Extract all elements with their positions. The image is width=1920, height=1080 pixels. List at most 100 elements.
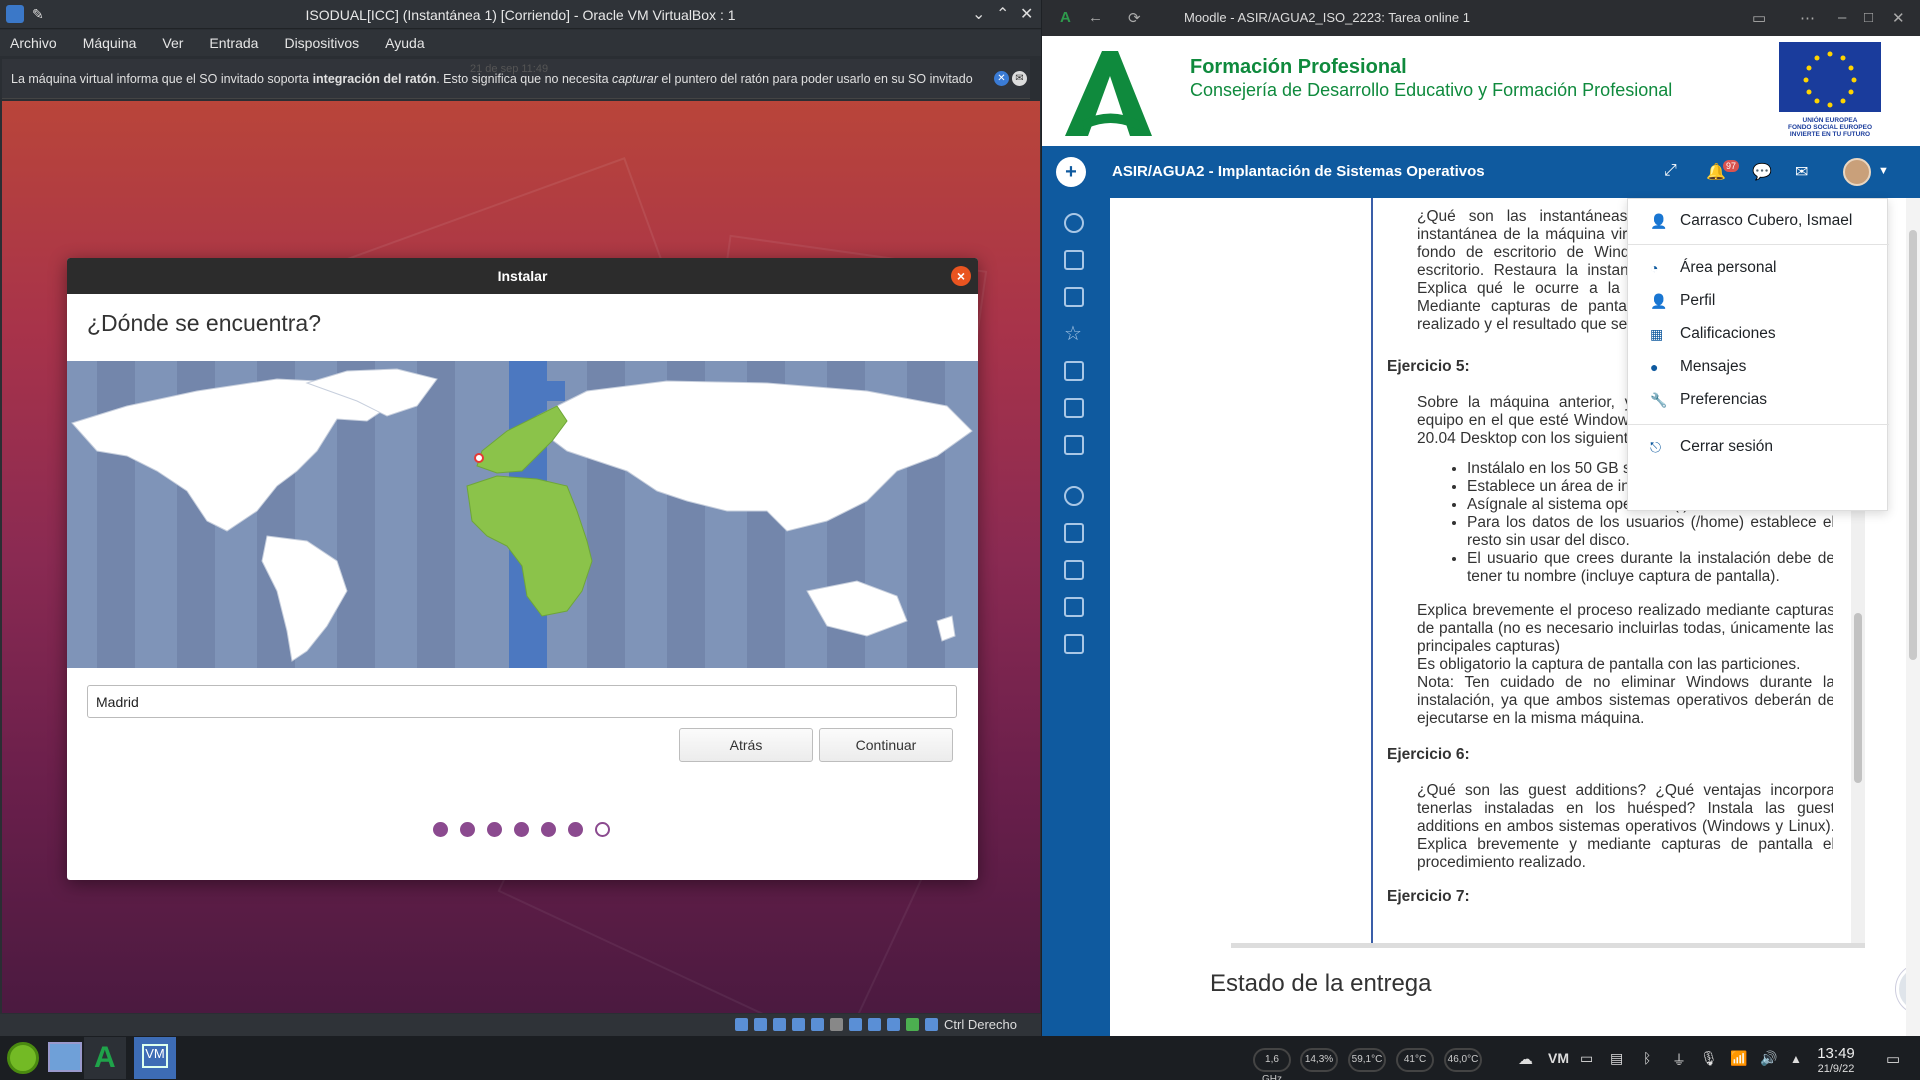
close-icon[interactable]: ✕ <box>1020 4 1033 24</box>
menu-entrada[interactable]: Entrada <box>209 35 258 51</box>
menu-item-area-personal[interactable]: ◔ Área personal <box>1628 254 1889 282</box>
clock-icon[interactable] <box>1064 213 1084 233</box>
bluetooth-icon[interactable]: ᛒ <box>1643 1050 1651 1066</box>
wrench-icon: 🔧 <box>1650 392 1668 408</box>
clock-time[interactable]: 13:49 <box>1806 1045 1866 1062</box>
caret-down-icon[interactable]: ▼ <box>1878 165 1889 177</box>
menu-archivo[interactable]: Archivo <box>10 35 57 51</box>
reader-mode-icon[interactable]: ▭ <box>1752 9 1766 27</box>
city-input[interactable]: Madrid <box>87 685 957 718</box>
folder-icon[interactable] <box>1064 398 1084 418</box>
usb-icon[interactable] <box>811 1018 824 1031</box>
vbox-window-title: ISODUAL[ICC] (Instantánea 1) [Corriendo]… <box>305 7 736 23</box>
menu-divider <box>1628 244 1889 245</box>
home-icon[interactable] <box>1064 523 1084 543</box>
terminal-icon[interactable]: ▭ <box>1580 1050 1593 1067</box>
scrollbar-thumb[interactable] <box>1909 230 1917 660</box>
menu-item-perfil[interactable]: 👤 Perfil <box>1628 287 1889 315</box>
cpu-temperature[interactable]: 59,1°C <box>1348 1048 1386 1072</box>
cloud-icon[interactable]: ☁ <box>1518 1050 1533 1068</box>
location-question: ¿Dónde se encuentra? <box>87 310 321 336</box>
page-scrollbar[interactable] <box>1906 198 1920 1036</box>
menu-item-logout[interactable]: ⎋ Cerrar sesión <box>1628 433 1889 461</box>
recording-icon[interactable] <box>868 1018 881 1031</box>
eu-text-1: UNIÓN EUROPEA <box>1803 115 1858 124</box>
disk-temperature[interactable]: 46,0°C <box>1444 1048 1482 1072</box>
vm-tray-icon[interactable]: VM <box>1548 1050 1569 1066</box>
wifi-icon[interactable]: 📶 <box>1730 1050 1747 1067</box>
avatar[interactable] <box>1843 158 1871 186</box>
menu-item-calificaciones[interactable]: ▦ Calificaciones <box>1628 320 1889 348</box>
exercise-6-text: ¿Qué son las guest additions? ¿Qué venta… <box>1417 782 1833 871</box>
tray-expand-icon[interactable]: ▲ <box>1790 1052 1802 1066</box>
continue-button[interactable]: Continuar <box>819 728 953 762</box>
files-icon[interactable] <box>1064 634 1084 654</box>
back-arrow-icon[interactable]: ← <box>1088 9 1103 26</box>
folder-icon[interactable] <box>1064 435 1084 455</box>
reload-icon[interactable]: ⟳ <box>1128 9 1141 27</box>
taskbar-virtualbox[interactable]: VM <box>134 1037 176 1079</box>
mail-icon[interactable]: ✉ <box>1795 162 1808 182</box>
menu-item-label: Calificaciones <box>1680 325 1776 342</box>
audio-icon[interactable] <box>773 1018 786 1031</box>
chevron-up-icon[interactable]: ⌃ <box>996 4 1009 24</box>
minimize-icon[interactable]: – <box>1838 9 1846 26</box>
mouse-integration-icon[interactable] <box>906 1018 919 1031</box>
horizontal-scrollbar[interactable] <box>1231 943 1865 948</box>
taskbar-browser[interactable]: A <box>84 1037 126 1079</box>
optical-drive-icon[interactable] <box>754 1018 767 1031</box>
vbox-titlebar[interactable]: ✎ ISODUAL[ICC] (Instantánea 1) [Corriend… <box>0 0 1041 29</box>
shared-folder-icon[interactable] <box>830 1018 843 1031</box>
back-button[interactable]: Atrás <box>679 728 813 762</box>
chevron-down-icon[interactable]: ⌄ <box>972 4 985 24</box>
star-icon[interactable]: ☆ <box>1064 324 1084 344</box>
menu-item-mensajes[interactable]: ● Mensajes <box>1628 353 1889 381</box>
chat-icon[interactable]: 💬 <box>1752 162 1772 182</box>
menu-maquina[interactable]: Máquina <box>83 35 137 51</box>
selected-city-marker <box>474 453 484 463</box>
junta-andalucia-logo[interactable] <box>1060 46 1155 138</box>
menu-ver[interactable]: Ver <box>162 35 183 51</box>
display-icon[interactable] <box>849 1018 862 1031</box>
course-title[interactable]: ASIR/AGUA2 - Implantación de Sistemas Op… <box>1112 163 1485 180</box>
usb-icon[interactable]: ⏚ <box>1672 1050 1686 1070</box>
microphone-icon[interactable]: 🎙 <box>1700 1050 1718 1067</box>
menu-item-preferencias[interactable]: 🔧 Preferencias <box>1628 386 1889 414</box>
volume-icon[interactable]: 🔊 <box>1760 1050 1777 1067</box>
guest-clock-ghost: 21 de sep 11:49 <box>470 63 549 75</box>
show-desktop-button[interactable] <box>44 1037 86 1079</box>
close-icon[interactable]: ✕ <box>1892 9 1905 27</box>
graduation-cap-icon[interactable] <box>1064 597 1084 617</box>
dashboard-icon[interactable] <box>1064 486 1084 506</box>
network-icon[interactable] <box>792 1018 805 1031</box>
browser-titlebar: A ← ⟳ Moodle - ASIR/AGUA2_ISO_2223: Tare… <box>1042 0 1920 36</box>
fullscreen-icon[interactable]: ⤢ <box>1664 162 1677 180</box>
calendar-icon[interactable] <box>1064 560 1084 580</box>
scrollbar-thumb[interactable] <box>1854 613 1862 783</box>
clock-date[interactable]: 21/9/22 <box>1806 1063 1866 1075</box>
notice-close-icon[interactable]: ✕ <box>994 71 1009 86</box>
folder-icon[interactable] <box>1064 250 1084 270</box>
menu-dispositivos[interactable]: Dispositivos <box>284 35 359 51</box>
keyboard-capture-icon[interactable] <box>925 1018 938 1031</box>
cpu-icon[interactable] <box>887 1018 900 1031</box>
cpu-load[interactable]: 14,3% <box>1300 1048 1338 1072</box>
timezone-map[interactable] <box>67 361 978 668</box>
gpu-temperature[interactable]: 41°C <box>1396 1048 1434 1072</box>
notifications-icon[interactable]: ▭ <box>1886 1050 1900 1068</box>
notice-dismiss-icon[interactable]: ✉ <box>1012 71 1027 86</box>
add-block-button[interactable]: + <box>1056 157 1086 187</box>
installer-close-button[interactable]: × <box>951 266 971 286</box>
hdd-icon[interactable] <box>735 1018 748 1031</box>
cpu-frequency[interactable]: 1,6 GHz <box>1253 1048 1291 1080</box>
step-dot-pending <box>595 822 610 837</box>
user-name-item[interactable]: 👤 Carrasco Cubero, Ismael <box>1628 207 1889 235</box>
clipboard-icon[interactable]: ▤ <box>1610 1050 1623 1067</box>
maximize-icon[interactable]: □ <box>1864 9 1873 26</box>
guest-screen[interactable]: Instalar × ¿Dónde se encuentra? Madrid A… <box>2 101 1040 1013</box>
book-icon[interactable] <box>1064 361 1084 381</box>
more-options-icon[interactable]: ⋯ <box>1800 9 1815 27</box>
menu-ayuda[interactable]: Ayuda <box>385 35 424 51</box>
start-menu-button[interactable] <box>2 1037 44 1079</box>
users-icon[interactable] <box>1064 287 1084 307</box>
